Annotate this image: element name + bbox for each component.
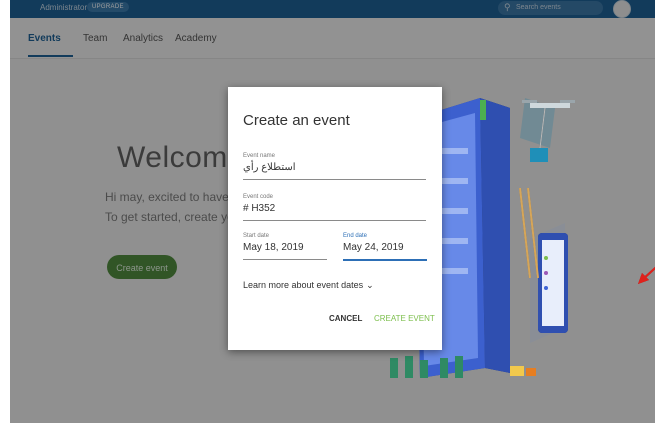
start-date-field[interactable]: Start date May 18, 2019 bbox=[243, 233, 327, 260]
learn-more-toggle[interactable]: Learn more about event dates ⌄ bbox=[243, 280, 374, 291]
create-event-dialog: Create an event Event name استطلاع رأي E… bbox=[228, 87, 442, 350]
event-code-label: Event code bbox=[243, 194, 274, 200]
cancel-button[interactable]: CANCEL bbox=[329, 314, 362, 323]
start-date-input[interactable]: May 18, 2019 bbox=[243, 242, 327, 260]
end-date-label: End date bbox=[343, 233, 368, 239]
event-code-input[interactable]: # H352 bbox=[243, 203, 426, 221]
red-arrow-annotation-foreground bbox=[638, 266, 655, 284]
event-name-input[interactable]: استطلاع رأي bbox=[243, 162, 426, 180]
start-date-label: Start date bbox=[243, 233, 270, 239]
chevron-down-icon: ⌄ bbox=[366, 280, 374, 290]
learn-more-label: Learn more about event dates bbox=[243, 280, 364, 290]
event-name-label: Event name bbox=[243, 153, 276, 159]
event-code-field[interactable]: Event code # H352 bbox=[243, 194, 426, 221]
create-event-submit-button[interactable]: CREATE EVENT bbox=[374, 314, 435, 323]
dialog-title: Create an event bbox=[243, 112, 350, 129]
app-window: Administrator UPGRADE ⚲ Search events Ev… bbox=[10, 0, 655, 423]
end-date-input[interactable]: May 24, 2019 bbox=[343, 242, 427, 261]
event-name-field[interactable]: Event name استطلاع رأي bbox=[243, 153, 426, 180]
end-date-field[interactable]: End date May 24, 2019 bbox=[343, 233, 427, 261]
